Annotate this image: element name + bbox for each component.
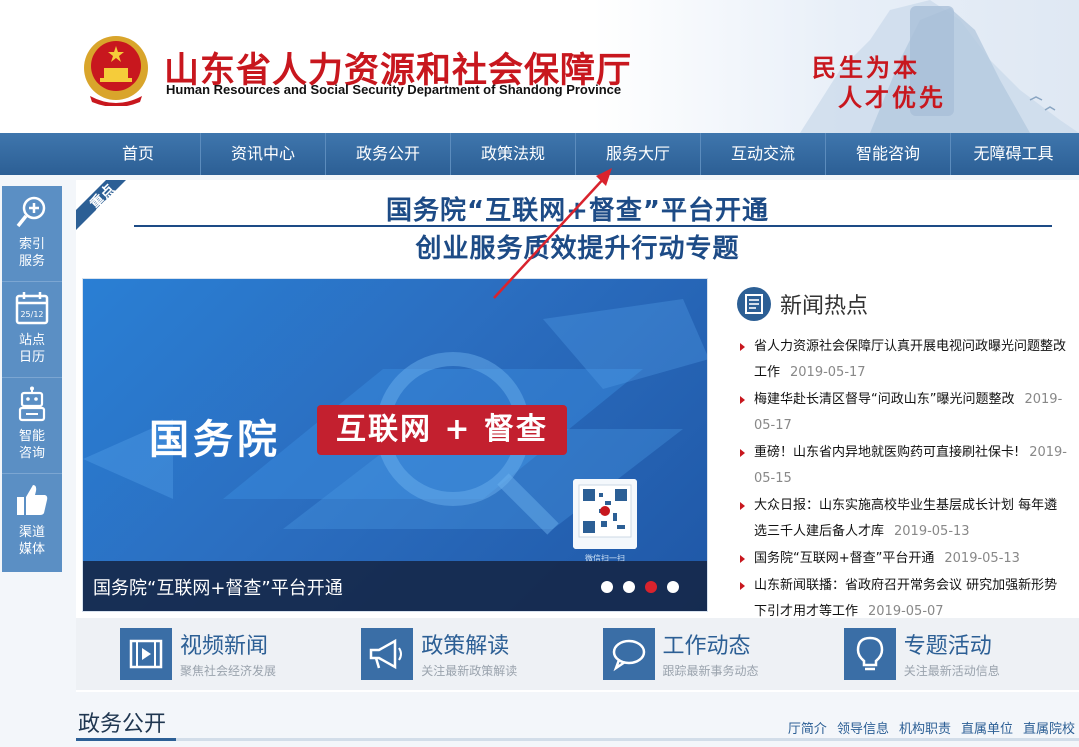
link-duties[interactable]: 机构职责 bbox=[899, 718, 951, 737]
highlight-divider bbox=[134, 225, 1052, 227]
lightbulb-icon bbox=[843, 628, 896, 680]
section-divider bbox=[76, 738, 1079, 741]
news-header: 新闻热点 bbox=[736, 286, 868, 322]
news-item[interactable]: 大众日报：山东实施高校毕业生基层成长计划 每年遴选三千人建后备人才库 2019-0… bbox=[738, 493, 1068, 545]
slogan-line2: 人才优先 bbox=[838, 83, 946, 112]
carousel-main-text: 国务院 bbox=[149, 417, 281, 463]
news-title: 新闻热点 bbox=[780, 294, 869, 319]
feature-desc: 关注最新活动信息 bbox=[903, 664, 1000, 678]
nav-service-hall[interactable]: 服务大厅 bbox=[576, 133, 701, 175]
main-nav: 首页 资讯中心 政务公开 政策法规 服务大厅 互动交流 智能咨询 无障碍工具 bbox=[0, 133, 1079, 175]
sidebar-item-label: 索引服务 bbox=[18, 237, 45, 269]
feature-video-news[interactable]: 视频新闻 聚焦社会经济发展 bbox=[120, 618, 355, 690]
feature-desc: 关注最新政策解读 bbox=[421, 664, 518, 678]
left-sidebar: 索引服务 25/12 站点日历 智能咨询 渠道媒体 bbox=[2, 186, 62, 572]
nav-smart-consult[interactable]: 智能咨询 bbox=[826, 133, 951, 175]
sidebar-item-label: 渠道媒体 bbox=[18, 525, 45, 557]
feature-desc: 跟踪最新事务动态 bbox=[662, 664, 759, 678]
megaphone-icon bbox=[361, 628, 414, 680]
robot-icon bbox=[18, 386, 46, 422]
news-item[interactable]: 梅建华赴长清区督导“问政山东”曝光问题整改 2019-05-17 bbox=[738, 387, 1068, 439]
national-emblem-logo bbox=[84, 36, 148, 106]
sidebar-item-label: 站点日历 bbox=[18, 333, 45, 365]
news-item-text: 重磅！山东省内异地就医购药可直接刷社保卡! bbox=[754, 445, 1020, 460]
news-item[interactable]: 国务院“互联网+督查”平台开通 2019-05-13 bbox=[738, 546, 1068, 572]
feature-title: 视频新闻 bbox=[180, 634, 269, 659]
nav-policies[interactable]: 政策法规 bbox=[451, 133, 576, 175]
sidebar-item-index-service[interactable]: 索引服务 bbox=[2, 186, 62, 282]
news-list: 省人力资源社会保障厅认真开展电视问政曝光问题整改工作 2019-05-17 梅建华… bbox=[738, 334, 1068, 626]
news-item[interactable]: 重磅！山东省内异地就医购药可直接刷社保卡! 2019-05-15 bbox=[738, 440, 1068, 492]
carousel-dot[interactable] bbox=[623, 581, 635, 593]
feature-strip: 视频新闻 聚焦社会经济发展 政策解读 关注最新政策解读 工作动态 跟踪最新事务动… bbox=[76, 618, 1079, 690]
carousel-dots bbox=[601, 581, 679, 593]
news-carousel[interactable]: 国务院 互联网 + 督查 微信扫一扫 国务院“互联网+督查”平台开通 bbox=[82, 278, 708, 612]
carousel-dot-active[interactable] bbox=[645, 581, 657, 593]
newspaper-icon bbox=[737, 287, 771, 321]
carousel-dot[interactable] bbox=[667, 581, 679, 593]
feature-desc: 聚焦社会经济发展 bbox=[180, 664, 277, 678]
highlight-line2: 创业服务质效提升行动专题 bbox=[415, 234, 740, 264]
sidebar-item-label: 智能咨询 bbox=[18, 429, 45, 461]
news-item-date: 2019-05-17 bbox=[790, 365, 866, 380]
nav-government-affairs[interactable]: 政务公开 bbox=[326, 133, 451, 175]
calendar-badge: 25/12 bbox=[20, 310, 43, 319]
thumbs-up-icon bbox=[17, 485, 48, 515]
link-affiliated-schools[interactable]: 直属院校 bbox=[1023, 718, 1075, 737]
site-header: 山东省人力资源和社会保障厅 Human Resources and Social… bbox=[0, 0, 1079, 133]
news-item-text: 国务院“互联网+督查”平台开通 bbox=[754, 551, 935, 566]
feature-special-events[interactable]: 专题活动 关注最新活动信息 bbox=[843, 618, 1079, 690]
sidebar-item-site-calendar[interactable]: 25/12 站点日历 bbox=[2, 282, 62, 378]
nav-news-center[interactable]: 资讯中心 bbox=[201, 133, 326, 175]
news-item-date: 2019-05-07 bbox=[868, 604, 944, 619]
section-links: 厅简介 领导信息 机构职责 直属单位 直属院校 bbox=[788, 718, 1075, 737]
link-leadership[interactable]: 领导信息 bbox=[837, 718, 889, 737]
search-plus-icon bbox=[16, 196, 46, 228]
feature-title: 专题活动 bbox=[903, 634, 992, 659]
chat-bubble-icon bbox=[602, 628, 655, 680]
news-item-date: 2019-05-13 bbox=[944, 551, 1020, 566]
page: 山东省人力资源和社会保障厅 Human Resources and Social… bbox=[0, 0, 1079, 747]
main-content: 重点 国务院“互联网+督查”平台开通 创业服务质效提升行动专题 国务院 互联网 … bbox=[76, 180, 1079, 692]
news-item[interactable]: 省人力资源社会保障厅认真开展电视问政曝光问题整改工作 2019-05-17 bbox=[738, 334, 1068, 386]
feature-title: 政策解读 bbox=[421, 634, 510, 659]
news-item-date: 2019-05-13 bbox=[894, 524, 970, 539]
nav-accessibility-tools[interactable]: 无障碍工具 bbox=[951, 133, 1076, 175]
highlight-banner[interactable]: 重点 国务院“互联网+督查”平台开通 创业服务质效提升行动专题 bbox=[76, 180, 1079, 266]
news-hot-panel: 新闻热点 省人力资源社会保障厅认真开展电视问政曝光问题整改工作 2019-05-1… bbox=[726, 278, 1067, 619]
nav-interaction[interactable]: 互动交流 bbox=[701, 133, 826, 175]
video-icon bbox=[120, 628, 172, 680]
feature-policy-interpretation[interactable]: 政策解读 关注最新政策解读 bbox=[361, 618, 596, 690]
link-dept-intro[interactable]: 厅简介 bbox=[788, 718, 827, 737]
nav-home[interactable]: 首页 bbox=[76, 133, 201, 175]
calendar-icon: 25/12 bbox=[15, 292, 49, 325]
carousel-tag: 互联网 + 督查 bbox=[317, 405, 567, 455]
sidebar-item-smart-consult[interactable]: 智能咨询 bbox=[2, 378, 62, 474]
section-title: 政务公开 bbox=[78, 712, 167, 737]
carousel-caption[interactable]: 国务院“互联网+督查”平台开通 bbox=[93, 574, 343, 600]
carousel-caption-bar: 国务院“互联网+督查”平台开通 bbox=[83, 561, 707, 611]
link-affiliated-units[interactable]: 直属单位 bbox=[961, 718, 1013, 737]
section-divider-accent bbox=[76, 738, 176, 741]
feature-work-updates[interactable]: 工作动态 跟踪最新事务动态 bbox=[602, 618, 838, 690]
site-subtitle: Human Resources and Social Security Depa… bbox=[166, 82, 622, 97]
sidebar-item-channel-media[interactable]: 渠道媒体 bbox=[2, 474, 62, 570]
carousel-dot[interactable] bbox=[601, 581, 613, 593]
qr-code-image bbox=[573, 479, 637, 549]
news-item-text: 梅建华赴长清区督导“问政山东”曝光问题整改 bbox=[754, 392, 1015, 407]
highlight-line1: 国务院“互联网+督查”平台开通 bbox=[386, 196, 769, 226]
feature-title: 工作动态 bbox=[662, 634, 751, 659]
